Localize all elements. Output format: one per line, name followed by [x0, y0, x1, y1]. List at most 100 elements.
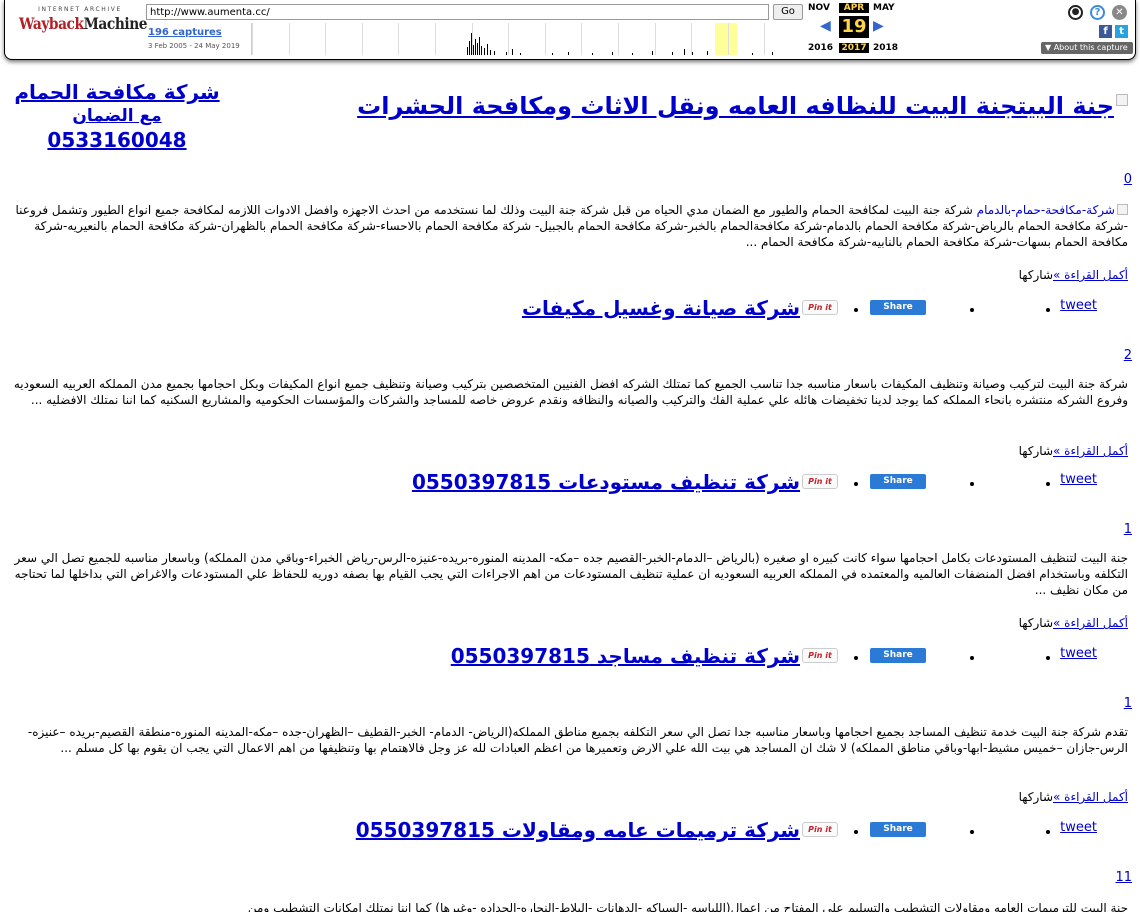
about-capture-button[interactable]: ▼ About this capture [1041, 42, 1133, 54]
comment-count[interactable]: 2 [1124, 348, 1132, 363]
comment-count-link[interactable]: 1 [1124, 696, 1132, 711]
capture-bar [552, 53, 553, 55]
bullet-icon [1046, 308, 1050, 312]
share-button[interactable]: Share [870, 474, 926, 489]
tweet-link[interactable]: tweet [1060, 646, 1097, 661]
post-excerpt: شركة جنة البيت لتركيب وصيانة وتنظيف المك… [13, 377, 1128, 407]
broken-logo-image-icon [1116, 94, 1128, 106]
share-button[interactable]: Share [870, 822, 926, 837]
capture-bar [512, 49, 513, 55]
user-icon[interactable]: ● [1068, 5, 1083, 20]
excerpt-text: شركة جنة البيت لمكافحة الحمام والطيور مع… [15, 203, 1128, 249]
bullet-icon [1046, 830, 1050, 834]
go-button[interactable]: Go [773, 4, 803, 20]
capture-bar [484, 48, 485, 55]
captures-link[interactable]: 196 captures [148, 27, 222, 38]
pinterest-pin-button[interactable]: Pin it [802, 648, 838, 663]
capture-bar [752, 53, 753, 55]
capture-bar [632, 53, 633, 55]
capture-bar [707, 51, 708, 55]
tweet-link[interactable]: tweet [1060, 820, 1097, 835]
tagline-line-2: مع الضمان [72, 106, 162, 126]
read-more-link[interactable]: أكمل القراءة » [1053, 268, 1128, 282]
capture-bar [481, 46, 482, 55]
capture-sparkline[interactable] [251, 23, 801, 55]
year-tick [545, 23, 546, 55]
comment-count-link[interactable]: 0 [1124, 172, 1132, 187]
year-tick [691, 23, 692, 55]
capture-bar [477, 43, 478, 55]
pinterest-pin-button[interactable]: Pin it [802, 474, 838, 489]
close-icon[interactable]: ✕ [1112, 5, 1127, 20]
post-title-link[interactable]: شركة صيانة وغسيل مكيفات [522, 296, 800, 320]
year-tick [435, 23, 436, 55]
url-input[interactable] [146, 4, 769, 20]
tagline-phone: 0533160048 [47, 128, 187, 152]
capture-bar [652, 51, 653, 55]
year-tick [252, 23, 253, 55]
current-month-label: APR [839, 3, 869, 13]
bullet-icon [854, 656, 858, 660]
year-tick [655, 23, 656, 55]
year-tick [508, 23, 509, 55]
read-more-link[interactable]: أكمل القراءة » [1053, 444, 1128, 458]
prev-month-label[interactable]: NOV [808, 3, 830, 13]
prev-capture-arrow-icon[interactable]: ◀ [820, 18, 831, 34]
facebook-icon[interactable]: f [1099, 25, 1112, 38]
prev-year-label[interactable]: 2016 [808, 43, 833, 53]
bullet-icon [970, 830, 974, 834]
bullet-icon [970, 656, 974, 660]
comment-count[interactable]: 1 [1124, 522, 1132, 537]
tweet-link[interactable]: tweet [1060, 298, 1097, 313]
internet-archive-label: INTERNET ARCHIVE [38, 6, 122, 13]
post-excerpt: جنة البيت لتنظيف المستودعات بكامل احجامه… [14, 551, 1128, 597]
read-more-row: أكمل القراءة »شاركها [1019, 268, 1128, 282]
capture-bar [506, 52, 507, 55]
post-title-link[interactable]: شركة تنظيف مساجد 0550397815 [451, 644, 800, 668]
comment-count[interactable]: 0 [1124, 172, 1132, 187]
comment-count-link[interactable]: 1 [1124, 522, 1132, 537]
post-excerpt: شركة-مكافحة-حمام-بالدمام شركة جنة البيت … [4, 202, 1128, 250]
post-title-link[interactable]: شركة تنظيف مستودعات 0550397815 [412, 470, 800, 494]
share-row: شركة ترميمات عامه ومقاولات 0550397815 Pi… [0, 818, 1140, 852]
tweet-link-wrap[interactable]: tweet [1060, 646, 1097, 661]
post-title-link[interactable]: شركة ترميمات عامه ومقاولات 0550397815 [356, 818, 800, 842]
tweet-link-wrap[interactable]: tweet [1060, 820, 1097, 835]
wayback-logo[interactable]: INTERNET ARCHIVE WaybackMachine [19, 6, 148, 32]
share-button[interactable]: Share [870, 300, 926, 315]
tweet-link-wrap[interactable]: tweet [1060, 472, 1097, 487]
wayback-machine-logo[interactable]: WaybackMachine [19, 16, 148, 32]
share-button[interactable]: Share [870, 648, 926, 663]
share-it-label: شاركها [1018, 268, 1053, 282]
capture-bar [490, 50, 491, 55]
capture-bar [520, 53, 521, 55]
twitter-icon[interactable]: t [1115, 25, 1128, 38]
year-tick [728, 23, 729, 55]
year-tick [362, 23, 363, 55]
capture-bar [487, 44, 488, 55]
capture-bar [479, 37, 480, 55]
post-excerpt: جنة البيت للترميمات العامه ومقاولات التش… [247, 901, 1128, 912]
capture-bar [471, 33, 472, 55]
read-more-link[interactable]: أكمل القراءة » [1053, 790, 1128, 804]
pinterest-pin-button[interactable]: Pin it [802, 822, 838, 837]
tweet-link[interactable]: tweet [1060, 472, 1097, 487]
site-title-link[interactable]: جنة البيتجنة البيت للنظافه العامه ونقل ا… [357, 92, 1114, 120]
next-year-label[interactable]: 2018 [873, 43, 898, 53]
next-capture-arrow-icon[interactable]: ▶ [873, 18, 884, 34]
site-tagline-link[interactable]: شركة مكافحة الحمام مع الضمان 0533160048 [2, 80, 232, 152]
captures-label[interactable]: 196 captures [148, 27, 222, 38]
read-more-link[interactable]: أكمل القراءة » [1053, 616, 1128, 630]
post-excerpt: تقدم شركة جنة البيت خدمة تنظيف المساجد ب… [27, 725, 1128, 755]
comment-count-link[interactable]: 2 [1124, 348, 1132, 363]
comment-count[interactable]: 1 [1124, 696, 1132, 711]
share-it-label: شاركها [1018, 444, 1053, 458]
comment-count[interactable]: 11 [1115, 870, 1132, 885]
pinterest-pin-button[interactable]: Pin it [802, 300, 838, 315]
tweet-link-wrap[interactable]: tweet [1060, 298, 1097, 313]
share-it-label: شاركها [1018, 790, 1053, 804]
year-tick [289, 23, 290, 55]
comment-count-link[interactable]: 11 [1115, 870, 1132, 885]
next-month-label[interactable]: MAY [873, 3, 895, 13]
help-icon[interactable]: ? [1090, 5, 1105, 20]
